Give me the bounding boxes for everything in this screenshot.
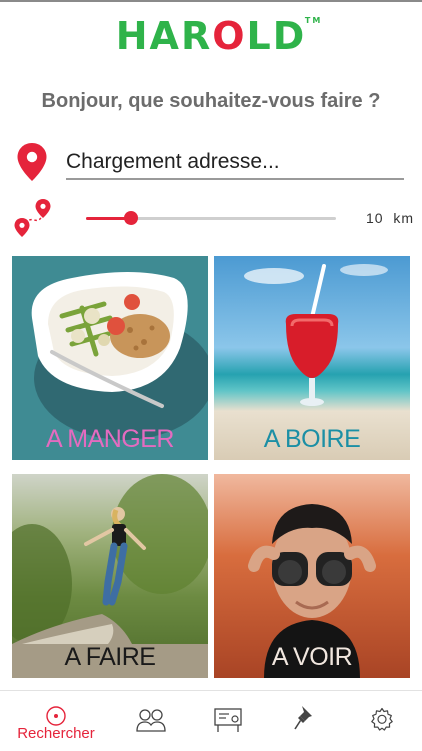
nav-item-saved[interactable]: [265, 691, 345, 751]
bottom-navigation: Rechercher: [0, 690, 422, 751]
category-tile-do[interactable]: A FAIRE: [12, 474, 208, 678]
location-pin-icon[interactable]: [16, 142, 48, 182]
logo-letter: H: [115, 14, 150, 58]
logo-letter: A: [149, 14, 181, 58]
nav-item-settings[interactable]: [342, 691, 422, 751]
distance-value: 10: [366, 210, 384, 226]
logo-letter: O: [212, 14, 247, 58]
distance-slider[interactable]: [86, 210, 336, 228]
logo-letter: D: [272, 14, 307, 58]
address-input[interactable]: [66, 148, 404, 176]
category-tile-eat[interactable]: A MANGER: [12, 256, 208, 460]
category-label: A BOIRE: [263, 425, 361, 453]
distance-unit: km: [393, 210, 415, 226]
logo-trademark: TM: [304, 16, 323, 25]
category-tile-see[interactable]: A VOIR: [214, 474, 410, 678]
address-field[interactable]: [66, 148, 404, 180]
greeting-text: Bonjour, que souhaitez-vous faire ?: [41, 90, 381, 112]
logo-letter: L: [246, 14, 273, 58]
category-label: A VOIR: [271, 643, 353, 671]
nav-item-search[interactable]: Rechercher: [16, 691, 96, 751]
category-label: A FAIRE: [64, 643, 156, 671]
route-icon: [14, 199, 51, 237]
distance-readout: 10 km: [366, 210, 414, 226]
slider-thumb[interactable]: [124, 211, 138, 225]
pushpin-icon: [294, 706, 312, 730]
people-icon: [136, 709, 166, 732]
nav-item-events[interactable]: [188, 691, 268, 751]
app-logo: HAROLD TM: [0, 14, 422, 58]
nav-item-friends[interactable]: [111, 691, 191, 751]
category-tile-drink[interactable]: A BOIRE: [214, 256, 410, 460]
presentation-icon: [214, 708, 242, 732]
category-label: A MANGER: [46, 425, 174, 453]
logo-letter: R: [180, 14, 213, 58]
nav-label: Rechercher: [17, 725, 95, 742]
gear-icon: [371, 707, 393, 731]
search-target-icon: [46, 706, 66, 726]
top-border: [0, 0, 422, 2]
